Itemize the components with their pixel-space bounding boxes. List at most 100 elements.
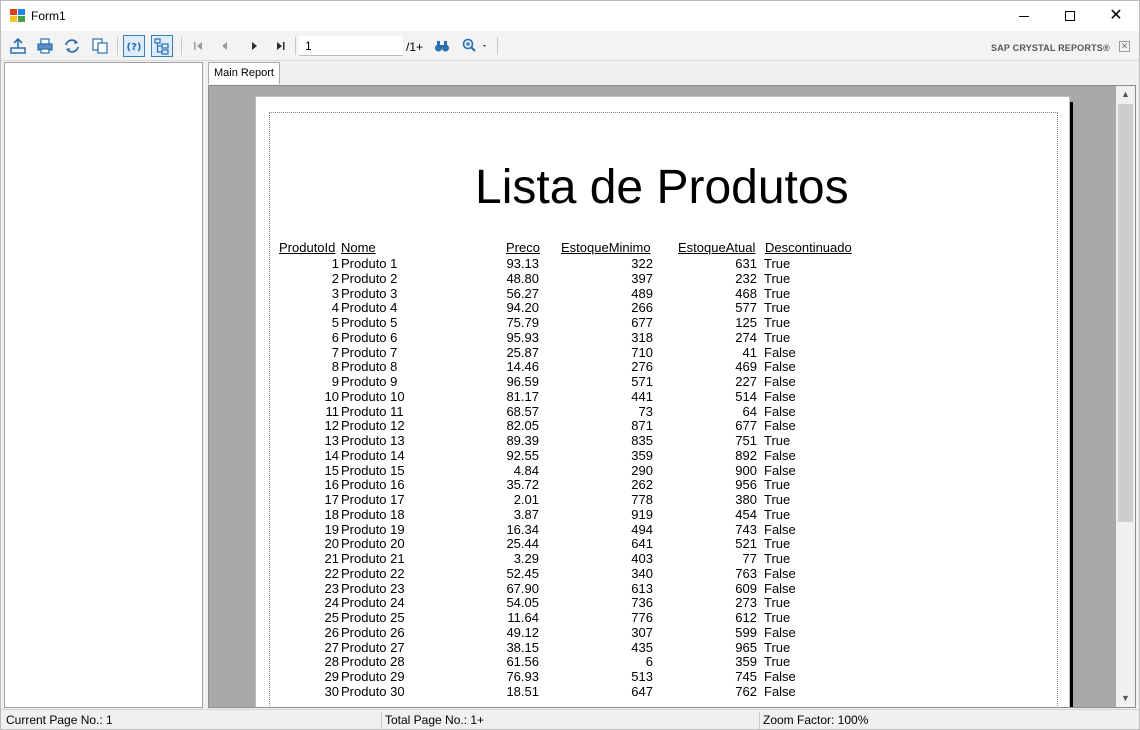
cell-estoqueminimo: 513 — [631, 669, 653, 684]
copy-button[interactable] — [89, 35, 111, 57]
group-tree-panel[interactable] — [4, 62, 203, 708]
cell-nome: Produto 6 — [341, 329, 398, 345]
cell-descontinuado: False — [764, 447, 796, 463]
table-row: 4 Produto 4 94.20 266 577 True — [256, 300, 1071, 316]
zoom-icon — [462, 38, 486, 52]
refresh-button[interactable] — [61, 35, 83, 57]
scroll-up-button[interactable]: ▲ — [1116, 86, 1135, 103]
maximize-icon — [1065, 11, 1075, 21]
cell-estoqueatual: 227 — [735, 374, 757, 389]
cell-nome: Produto 24 — [341, 595, 405, 611]
cell-estoqueatual: 469 — [735, 359, 757, 375]
brand-close-button[interactable]: ✕ — [1119, 41, 1130, 52]
page-number-input[interactable] — [299, 36, 403, 56]
cell-descontinuado: True — [764, 300, 791, 316]
cell-produtoid: 28 — [324, 654, 339, 670]
cell-produtoid: 21 — [324, 551, 339, 566]
close-button[interactable]: ✕ — [1093, 1, 1139, 31]
cell-preco: 68.57 — [506, 403, 539, 419]
cell-preco: 25.87 — [506, 344, 539, 360]
first-page-button[interactable] — [187, 35, 209, 57]
cell-descontinuado: False — [764, 683, 796, 699]
status-current-page: Current Page No.: 1 — [6, 713, 113, 727]
cell-preco: 35.72 — [506, 477, 539, 493]
cell-nome: Produto 9 — [341, 374, 398, 389]
minimize-button[interactable] — [1001, 1, 1047, 31]
panel-splitter[interactable] — [203, 62, 207, 708]
help-button[interactable]: (?) — [123, 35, 145, 57]
column-header-estoqueminimo: EstoqueMinimo — [561, 240, 651, 255]
last-page-button[interactable] — [270, 35, 292, 57]
cell-estoqueatual: 900 — [735, 462, 757, 478]
cell-descontinuado: True — [764, 654, 791, 670]
table-row: 10 Produto 10 81.17 441 514 False — [256, 388, 1071, 405]
cell-nome: Produto 21 — [341, 551, 405, 566]
cell-descontinuado: False — [764, 403, 796, 419]
cell-descontinuado: False — [764, 359, 796, 375]
cell-nome: Produto 25 — [341, 610, 405, 625]
maximize-button[interactable] — [1047, 1, 1093, 31]
cell-estoqueminimo: 494 — [631, 521, 653, 537]
cell-estoqueminimo: 290 — [631, 462, 653, 478]
table-row: 17 Produto 17 2.01 778 380 True — [256, 492, 1071, 508]
print-icon — [37, 38, 53, 54]
table-row: 9 Produto 9 96.59 571 227 False — [256, 374, 1071, 390]
cell-descontinuado: False — [764, 624, 796, 640]
column-header-preco: Preco — [506, 240, 540, 255]
cell-produtoid: 25 — [324, 610, 339, 625]
export-button[interactable] — [7, 35, 29, 57]
cell-nome: Produto 18 — [341, 506, 405, 522]
cell-produtoid: 16 — [324, 477, 339, 493]
table-row: 14 Produto 14 92.55 359 892 False — [256, 447, 1071, 464]
table-row: 27 Produto 27 38.15 435 965 True — [256, 639, 1071, 656]
cell-nome: Produto 11 — [341, 403, 404, 419]
scroll-down-button[interactable]: ▼ — [1116, 690, 1135, 707]
table-row: 12 Produto 12 82.05 871 677 False — [256, 418, 1071, 434]
cell-descontinuado: False — [764, 462, 796, 478]
print-button[interactable] — [34, 35, 56, 57]
cell-produtoid: 24 — [324, 595, 339, 611]
cell-produtoid: 7 — [331, 344, 339, 360]
scroll-thumb[interactable] — [1118, 104, 1133, 522]
cell-produtoid: 13 — [324, 433, 339, 448]
column-header-produtoid: ProdutoId — [279, 240, 336, 255]
status-divider — [381, 712, 382, 729]
cell-nome: Produto 5 — [341, 315, 398, 330]
cell-estoqueminimo: 613 — [631, 580, 653, 596]
cell-estoqueatual: 273 — [735, 595, 757, 611]
toolbar-separator — [295, 37, 296, 55]
cell-produtoid: 1 — [331, 256, 339, 271]
cell-estoqueatual: 763 — [735, 565, 757, 581]
vertical-scrollbar[interactable]: ▲ ▼ — [1116, 86, 1135, 707]
report-viewport[interactable]: Lista de Produtos ProdutoId Nome Preco E… — [208, 85, 1136, 708]
table-row: 30 Produto 30 18.51 647 762 False — [256, 683, 1071, 700]
cell-estoqueminimo: 359 — [631, 447, 653, 463]
find-button[interactable] — [431, 35, 453, 57]
table-row: 8 Produto 8 14.46 276 469 False — [256, 359, 1071, 375]
title-bar: Form1 ✕ — [1, 1, 1139, 31]
cell-nome: Produto 14 — [341, 447, 405, 463]
cell-nome: Produto 10 — [341, 388, 405, 404]
cell-preco: 48.80 — [506, 270, 539, 286]
cell-produtoid: 12 — [324, 418, 339, 434]
cell-estoqueminimo: 435 — [631, 639, 653, 655]
cell-estoqueminimo: 340 — [631, 565, 653, 581]
cell-nome: Produto 29 — [341, 669, 405, 684]
table-row: 7 Produto 7 25.87 710 41 False — [256, 344, 1071, 361]
report-title: Lista de Produtos — [475, 161, 849, 214]
cell-estoqueminimo: 318 — [631, 329, 653, 345]
tab-main-report[interactable]: Main Report — [208, 62, 280, 84]
column-header-estoqueatual: EstoqueAtual — [678, 240, 756, 255]
cell-preco: 11.64 — [507, 610, 539, 625]
cell-preco: 75.79 — [506, 315, 539, 330]
cell-produtoid: 26 — [324, 624, 339, 640]
cell-produtoid: 18 — [324, 506, 339, 522]
cell-estoqueatual: 631 — [735, 256, 757, 271]
next-page-button[interactable] — [243, 35, 265, 57]
find-icon — [435, 41, 449, 52]
refresh-icon — [65, 39, 79, 53]
table-row: 28 Produto 28 61.56 6 359 True — [256, 654, 1071, 670]
previous-page-button[interactable] — [213, 35, 235, 57]
zoom-button[interactable] — [459, 35, 491, 57]
toggle-group-tree-button[interactable] — [151, 35, 173, 57]
